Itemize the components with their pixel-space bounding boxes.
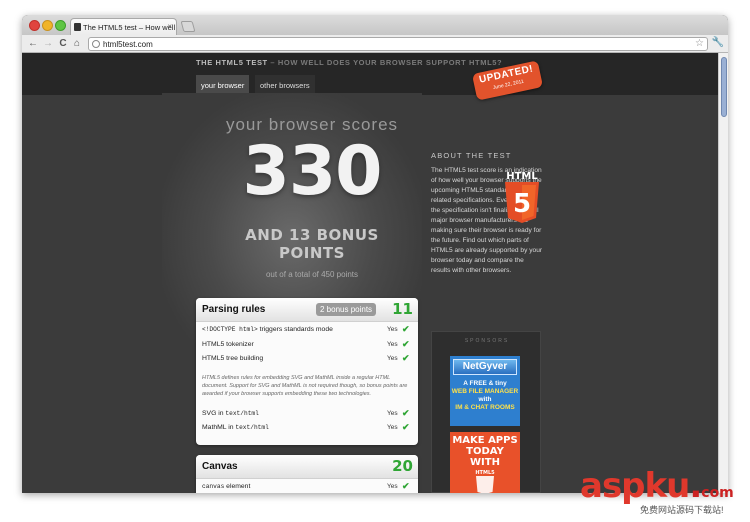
html5-logo-number: 5 xyxy=(513,189,531,219)
site-title-sub: – HOW WELL DOES YOUR BROWSER SUPPORT HTM… xyxy=(267,58,503,67)
site-header: THE HTML5 TEST – HOW WELL DOES YOUR BROW… xyxy=(22,53,718,95)
make-apps-ad[interactable]: MAKE APPS TODAY WITH HTML5 xyxy=(450,432,520,493)
zoom-window-button[interactable] xyxy=(55,20,66,31)
score-total: out of a total of 450 points xyxy=(265,270,359,279)
home-button[interactable]: ⌂ xyxy=(71,37,83,51)
checkmark-icon: ✔ xyxy=(402,407,410,418)
test-result: Yes xyxy=(387,355,398,362)
back-button[interactable]: ← xyxy=(27,37,39,51)
canvas-panel: Canvas 20 canvas element Yes ✔ xyxy=(196,455,418,493)
ad-line: MAKE APPS xyxy=(452,435,518,446)
test-result: Yes xyxy=(387,340,398,348)
score-value: 330 xyxy=(242,132,383,211)
site-title-main: THE HTML5 TEST xyxy=(196,58,268,67)
close-window-button[interactable] xyxy=(29,20,40,31)
checkmark-icon: ✔ xyxy=(402,324,410,334)
new-tab-button[interactable] xyxy=(180,21,196,32)
checkmark-icon: ✔ xyxy=(402,422,410,432)
minimize-window-button[interactable] xyxy=(42,20,53,31)
parsing-rules-panel: Parsing rules 2 bonus points 11 <!DOCTYP… xyxy=(196,298,418,445)
url-text: html5test.com xyxy=(103,40,153,49)
make-apps-ad-text: MAKE APPS TODAY WITH xyxy=(450,435,520,468)
tab-title: The HTML5 test – How well xyxy=(83,23,176,32)
site-title: THE HTML5 TEST – HOW WELL DOES YOUR BROW… xyxy=(196,58,502,67)
vertical-scrollbar[interactable] xyxy=(718,53,728,493)
html5-logo-text: HTML xyxy=(506,171,538,182)
bonus-note: HTML5 defines rules for embedding SVG an… xyxy=(202,374,408,397)
sponsors-box: SPONSORS NetGyver A FREE & tiny WEB FILE… xyxy=(431,331,541,493)
globe-icon xyxy=(92,40,100,48)
reload-button[interactable]: C xyxy=(57,37,69,51)
checkmark-icon: ✔ xyxy=(402,481,410,491)
browser-window: The HTML5 test – How well × ← → C ⌂ html… xyxy=(22,15,728,493)
test-code: <!DOCTYPE html> xyxy=(202,326,258,333)
page-content: THE HTML5 TEST – HOW WELL DOES YOUR BROW… xyxy=(22,53,718,493)
test-row: <!DOCTYPE html> triggers standards mode … xyxy=(196,322,418,337)
test-label: HTML5 tree building xyxy=(202,355,264,362)
bonus-points: AND 13 BONUS POINTS xyxy=(194,226,430,262)
panel-title: Parsing rules xyxy=(202,304,266,315)
test-result: Yes xyxy=(387,424,398,431)
html5-logo-icon: HTML 5 xyxy=(505,171,539,223)
bonus-line-1: AND 13 BONUS xyxy=(245,226,379,244)
wrench-menu-icon[interactable]: 🔧 xyxy=(712,37,724,48)
ad-line: WEB FILE MANAGER xyxy=(451,388,519,395)
tab-bar: The HTML5 test – How well × xyxy=(22,15,728,35)
checkmark-icon: ✔ xyxy=(402,353,410,363)
browser-tab[interactable]: The HTML5 test – How well × xyxy=(70,18,177,35)
watermark-main: aspku xyxy=(580,466,690,506)
test-label: triggers standards mode xyxy=(257,326,333,333)
test-row: HTML5 tree building Yes ✔ xyxy=(196,351,418,366)
bonus-points-pill: 2 bonus points xyxy=(316,303,377,316)
netgyver-ad[interactable]: NetGyver A FREE & tiny WEB FILE MANAGER … xyxy=(450,356,520,426)
about-heading: ABOUT THE TEST xyxy=(431,151,512,160)
mini-html5-text: HTML5 xyxy=(475,470,495,476)
watermark-com: com xyxy=(701,485,734,501)
test-row: MathML in text/html Yes ✔ xyxy=(196,420,418,435)
sponsors-label: SPONSORS xyxy=(464,338,510,344)
checkmark-icon: ✔ xyxy=(402,338,410,349)
test-label: MathML in xyxy=(202,424,236,431)
test-code: text/html xyxy=(235,424,269,431)
scroll-thumb[interactable] xyxy=(721,57,727,117)
test-row: canvas element Yes ✔ xyxy=(196,479,418,493)
bonus-line-2: POINTS xyxy=(279,244,345,262)
test-result: Yes xyxy=(387,483,398,490)
address-bar[interactable]: html5test.com ☆ xyxy=(88,37,708,51)
test-label: HTML5 tokenizer xyxy=(202,340,254,348)
favicon-icon xyxy=(74,23,81,31)
netgyver-ad-text: A FREE & tiny WEB FILE MANAGER with IM &… xyxy=(450,380,520,412)
panel-header: Parsing rules 2 bonus points 11 xyxy=(196,298,418,322)
test-label: SVG in xyxy=(202,409,226,417)
panel-title: Canvas xyxy=(202,461,238,472)
close-tab-icon[interactable]: × xyxy=(167,22,172,31)
panel-score: 11 xyxy=(392,300,413,318)
ad-line: with xyxy=(478,396,492,403)
panel-score: 20 xyxy=(392,457,413,475)
tab-your-browser[interactable]: your browser xyxy=(196,75,250,95)
test-label: element xyxy=(224,483,251,490)
browser-toolbar: ← → C ⌂ html5test.com ☆ 🔧 xyxy=(22,35,728,53)
ad-line: A FREE & tiny xyxy=(463,380,507,387)
test-result: Yes xyxy=(387,409,398,417)
test-row: SVG in text/html Yes ✔ xyxy=(196,406,418,421)
panel-header: Canvas 20 xyxy=(196,455,418,479)
test-result: Yes xyxy=(387,326,398,333)
netgyver-logo: NetGyver xyxy=(453,359,517,375)
mini-html5-logo-icon: HTML5 xyxy=(475,470,495,493)
test-code: text/html xyxy=(225,409,259,417)
tab-other-browsers[interactable]: other browsers xyxy=(255,75,315,95)
bookmark-star-icon[interactable]: ☆ xyxy=(695,38,704,49)
ad-line: IM & CHAT ROOMS xyxy=(455,404,515,411)
watermark-dot: . xyxy=(689,466,702,506)
forward-button[interactable]: → xyxy=(42,37,54,51)
test-row: HTML5 tokenizer Yes ✔ xyxy=(196,337,418,352)
ad-line: TODAY WITH xyxy=(466,446,504,468)
test-code: canvas xyxy=(202,483,225,490)
watermark-subtitle: 免费网站源码下载站! xyxy=(640,505,724,515)
